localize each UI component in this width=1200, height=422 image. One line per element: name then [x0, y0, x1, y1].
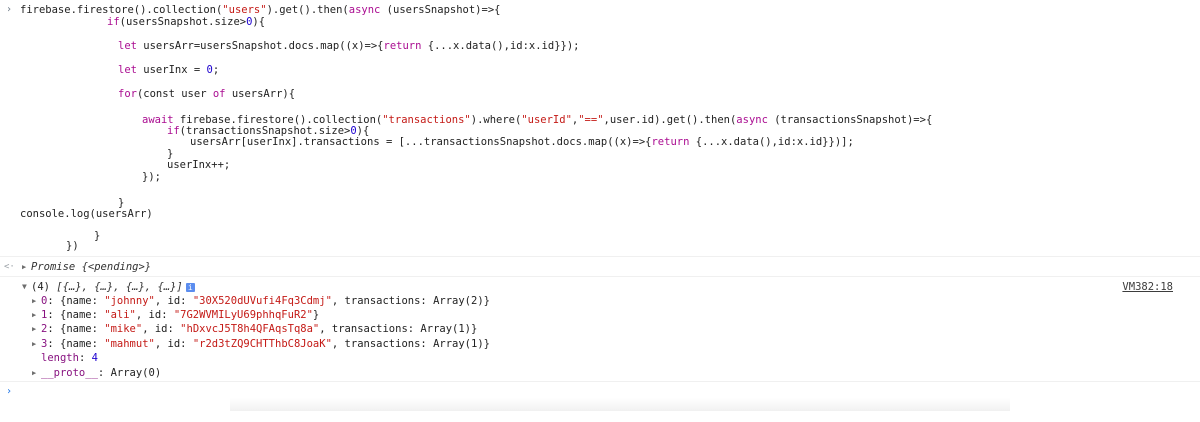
length-row: length: 4	[41, 352, 98, 364]
log-entry-1[interactable]: ▶ 1: {name: "ali", id: "7G2WVMILyU69phhq…	[0, 308, 1200, 322]
info-icon[interactable]: i	[185, 283, 195, 292]
disclosure-triangle-icon[interactable]: ▶	[32, 294, 36, 308]
expanded-triangle-icon[interactable]: ▼	[22, 280, 27, 294]
command-line-13: console.log(usersArr)	[20, 208, 153, 220]
proto-value: Array(0)	[110, 367, 162, 379]
disclosure-triangle-icon[interactable]: ▶	[22, 260, 26, 274]
log-summary-row[interactable]: ▼ (4) [{…}, {…}, {…}, {…}] i VM382:18	[0, 280, 1200, 294]
bottom-shadow	[230, 398, 1010, 411]
log-entry-3[interactable]: ▶ 3: {name: "mahmut", id: "r2d3tZQ9CHTTh…	[0, 337, 1200, 351]
disclosure-triangle-icon[interactable]: ▶	[32, 308, 36, 322]
proto-row[interactable]: ▶ __proto__: Array(0)	[0, 366, 1200, 380]
proto-label: __proto__	[41, 367, 98, 379]
length-value: 4	[91, 352, 98, 364]
log-entry-0[interactable]: ▶ 0: {name: "johnny", id: "30X520dUVufi4…	[0, 294, 1200, 308]
devtools-console: › firebase.firestore().collection("users…	[0, 0, 1200, 411]
length-label: length	[41, 352, 79, 364]
command-line-2: if(usersSnapshot.size>0){	[107, 16, 266, 28]
separator	[0, 256, 1200, 257]
array-preview: [{…}, {…}, {…}, {…}]	[56, 281, 183, 293]
log-entry-2[interactable]: ▶ 2: {name: "mike", id: "hDxvcJ5T8h4QFAq…	[0, 322, 1200, 336]
command-line-4: let userInx = 0;	[118, 64, 220, 76]
promise-state: {<pending>}	[81, 261, 152, 273]
return-value-row[interactable]: <· ▶ Promise {<pending>}	[0, 260, 1200, 274]
chevron-right-icon: ›	[6, 386, 13, 397]
disclosure-triangle-icon[interactable]: ▶	[32, 322, 36, 336]
command-line-5: for(const user of usersArr){	[118, 88, 296, 100]
array-count: (4)	[31, 281, 50, 293]
command-line-3: let usersArr=usersSnapshot.docs.map((x)=…	[118, 40, 580, 52]
promise-label: Promise	[31, 261, 76, 273]
source-link[interactable]: VM382:18	[1122, 280, 1173, 294]
separator	[0, 276, 1200, 277]
command-line-11: });	[142, 171, 161, 183]
command-line-15: })	[66, 240, 79, 252]
return-arrow-icon: <·	[4, 262, 15, 272]
disclosure-triangle-icon[interactable]: ▶	[32, 337, 36, 351]
disclosure-triangle-icon[interactable]: ▶	[32, 366, 36, 380]
